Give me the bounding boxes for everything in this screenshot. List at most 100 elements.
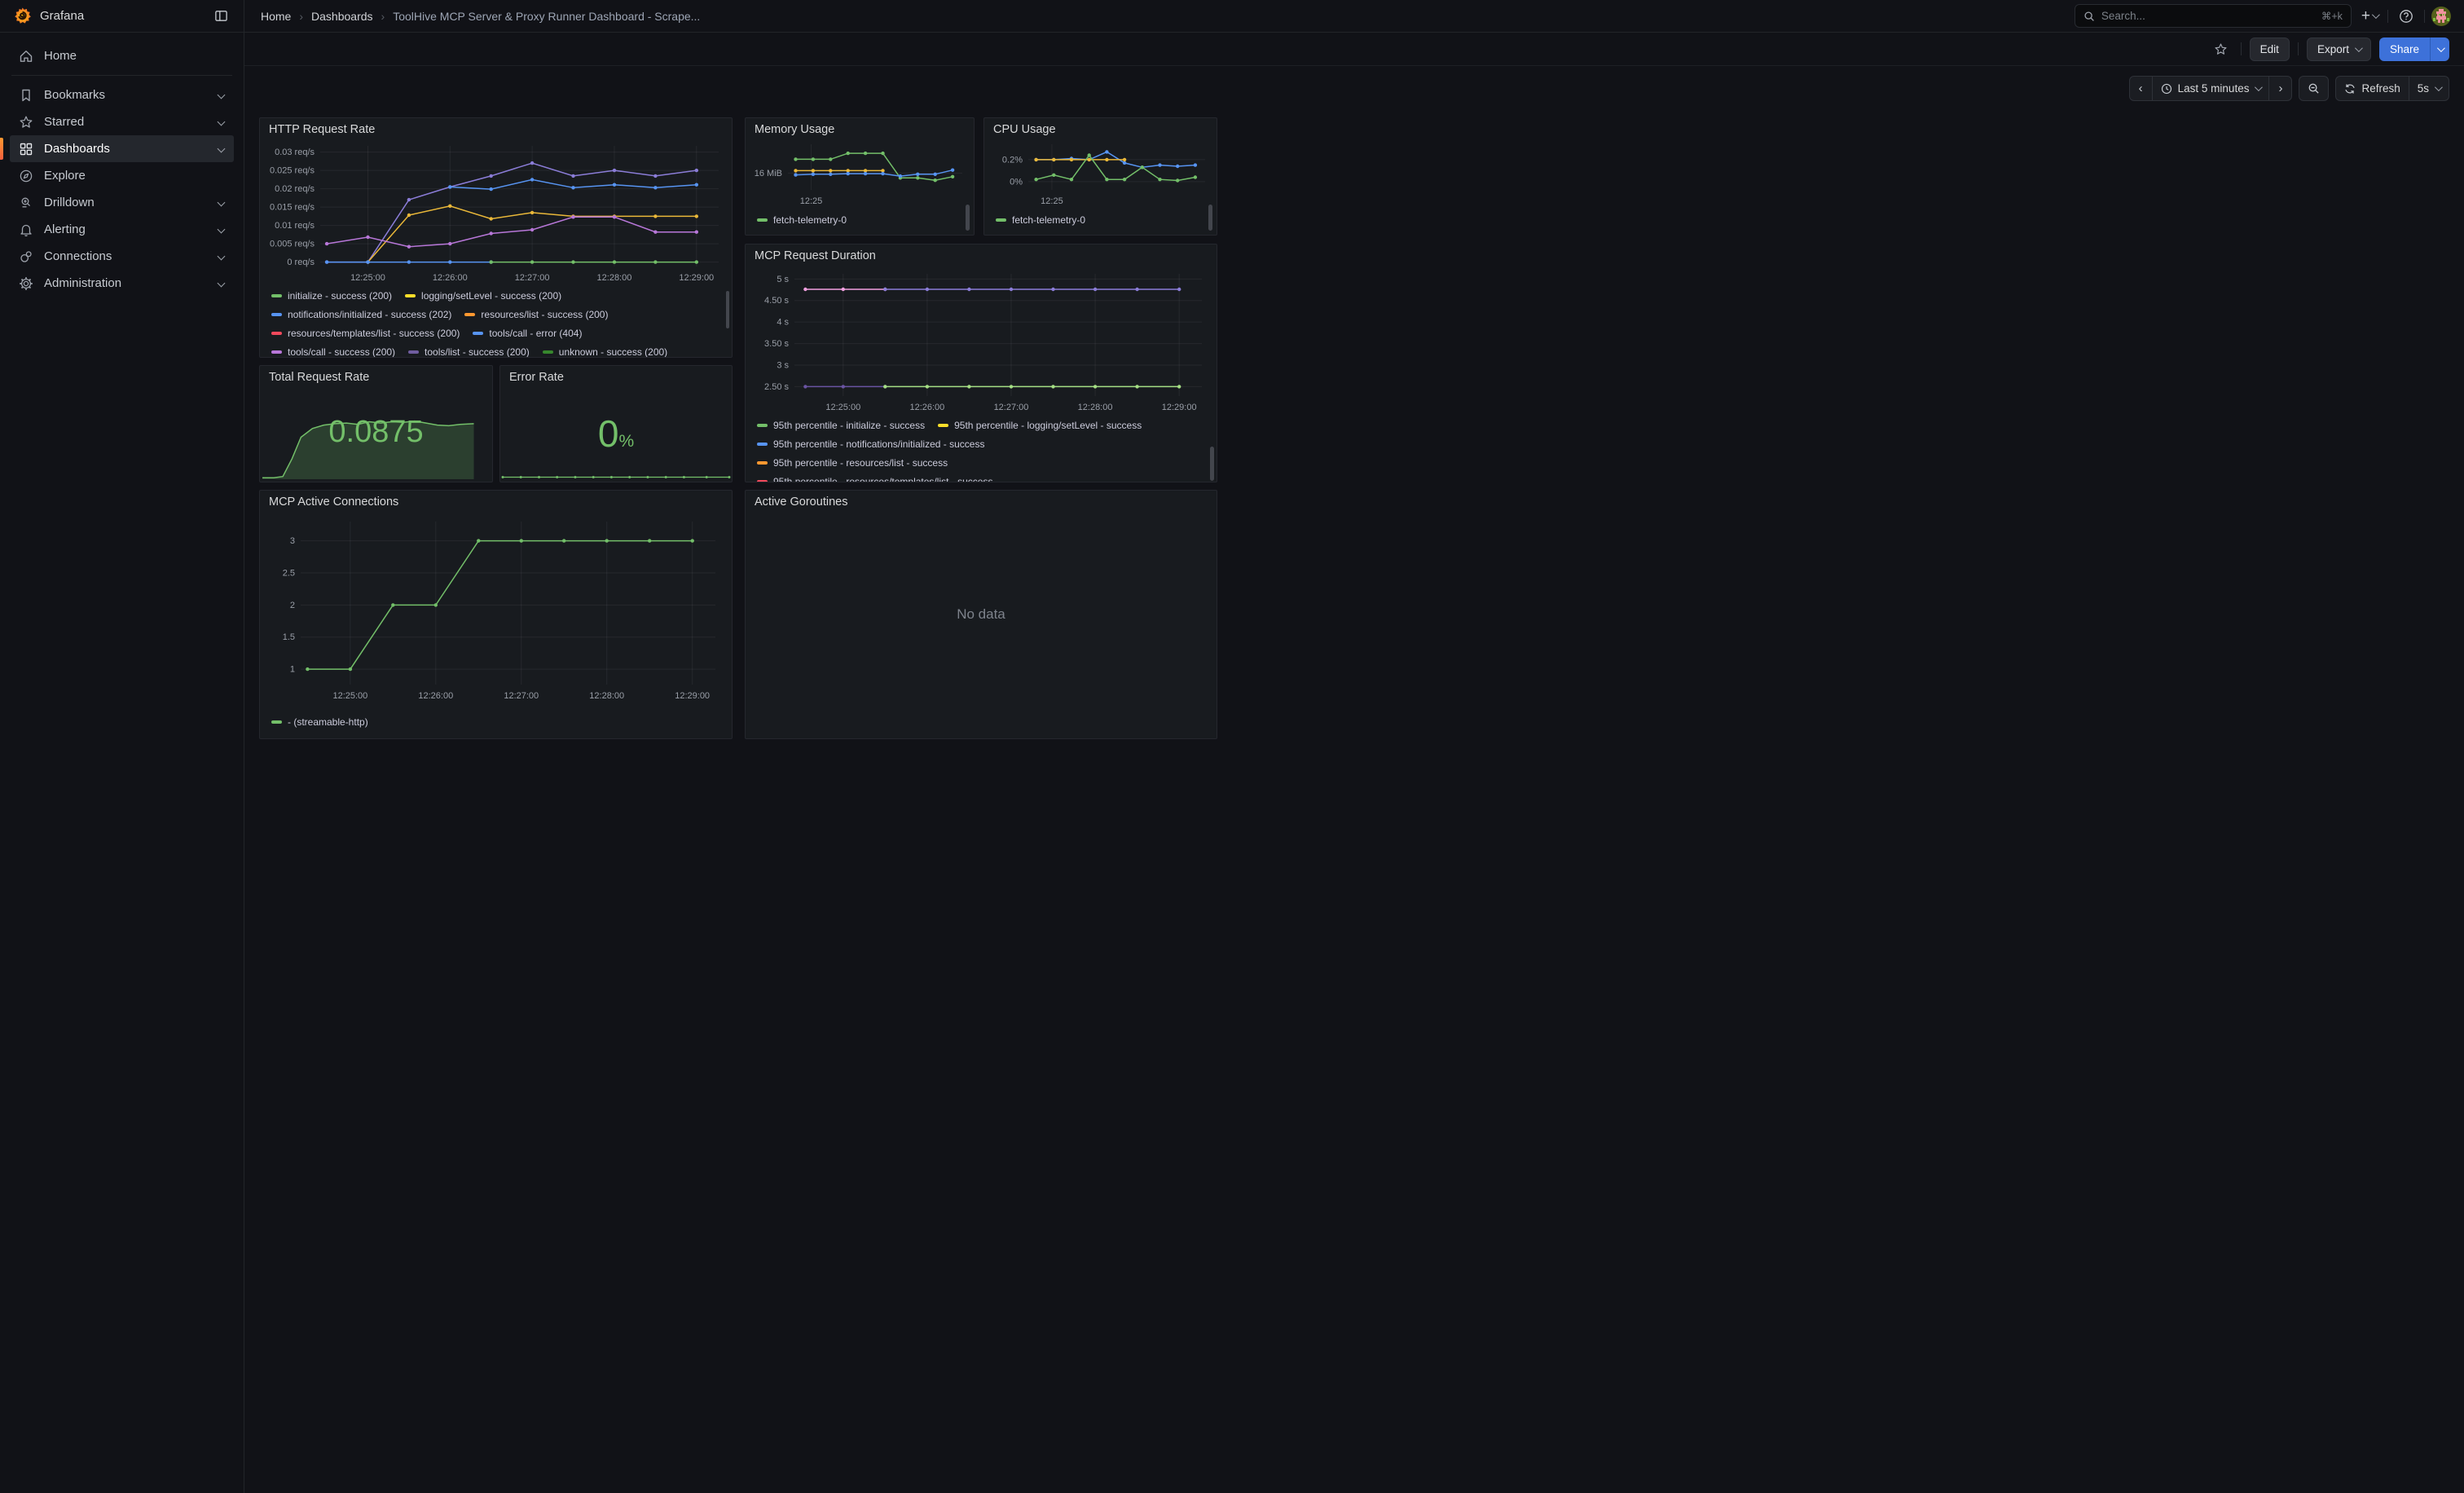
question-icon: [2399, 9, 2413, 24]
sidebar-item-dashboards[interactable]: Dashboards: [10, 135, 234, 162]
sidebar-toggle-icon[interactable]: [209, 5, 232, 28]
time-shift-back-button[interactable]: ‹: [2130, 77, 2153, 100]
legend-item[interactable]: tools/call - error (404): [473, 328, 582, 339]
svg-text:12:28:00: 12:28:00: [589, 691, 624, 701]
add-new-button[interactable]: +: [2358, 8, 2381, 24]
breadcrumb-home[interactable]: Home: [261, 10, 291, 23]
share-button[interactable]: Share: [2379, 37, 2430, 61]
legend-item[interactable]: tools/list - success (200): [408, 346, 530, 357]
search-icon: [2083, 11, 2095, 22]
sidebar-item-home[interactable]: Home: [10, 42, 234, 69]
breadcrumb: Home › Dashboards › ToolHive MCP Server …: [244, 10, 2075, 23]
svg-text:12:25: 12:25: [1041, 196, 1063, 206]
breadcrumb-dashboards[interactable]: Dashboards: [311, 10, 373, 23]
legend-swatch: [757, 480, 768, 482]
home-icon: [18, 49, 34, 64]
legend-item[interactable]: fetch-telemetry-0: [996, 215, 1085, 226]
search-input[interactable]: Search... ⌘+k: [2075, 4, 2352, 28]
legend-item[interactable]: resources/list - success (200): [464, 309, 608, 320]
user-avatar[interactable]: [2431, 7, 2451, 26]
legend-scrollbar[interactable]: [1208, 205, 1212, 231]
panel-title[interactable]: HTTP Request Rate: [269, 123, 375, 136]
legend-scrollbar[interactable]: [726, 291, 729, 328]
panel-title[interactable]: MCP Active Connections: [269, 495, 398, 509]
gear-icon: [18, 276, 34, 291]
chevron-down-icon[interactable]: [218, 91, 226, 99]
divider: [2387, 10, 2388, 23]
legend-item[interactable]: unknown - success (200): [543, 346, 667, 357]
error-rate-unit: %: [618, 432, 634, 451]
sidebar-item-drilldown[interactable]: Drilldown: [10, 189, 234, 216]
zoom-out-button[interactable]: [2299, 77, 2328, 100]
refresh-interval-picker[interactable]: 5s: [2409, 77, 2449, 100]
sidebar-item-bookmarks[interactable]: Bookmarks: [10, 81, 234, 108]
compass-icon: [18, 169, 34, 183]
chevron-down-icon[interactable]: [218, 199, 226, 207]
svg-text:12:27:00: 12:27:00: [504, 691, 539, 701]
svg-text:4.50 s: 4.50 s: [764, 296, 789, 306]
legend-swatch: [757, 443, 768, 446]
chevron-down-icon[interactable]: [218, 253, 226, 261]
mcp-active-connections-chart[interactable]: 12:25:0012:26:0012:27:0012:28:0012:29:00…: [266, 512, 725, 711]
sidebar-item-explore[interactable]: Explore: [10, 162, 234, 189]
chevron-down-icon[interactable]: [218, 118, 226, 126]
clock-icon: [2161, 83, 2172, 95]
refresh-button[interactable]: Refresh: [2336, 77, 2409, 100]
panel-title[interactable]: CPU Usage: [993, 123, 1056, 136]
svg-text:12:27:00: 12:27:00: [515, 273, 550, 283]
chevron-down-icon[interactable]: [218, 226, 226, 234]
memory-usage-legend: fetch-telemetry-0: [757, 215, 957, 235]
panel-title[interactable]: Active Goroutines: [755, 495, 847, 509]
legend-item[interactable]: resources/templates/list - success (200): [271, 328, 460, 339]
legend-item[interactable]: tools/call - success (200): [271, 346, 395, 357]
legend-scrollbar[interactable]: [966, 205, 970, 231]
svg-text:4 s: 4 s: [777, 318, 789, 328]
sidebar-item-alerting[interactable]: Alerting: [10, 216, 234, 243]
panel-error-rate: Error Rate 0%: [499, 365, 733, 482]
panel-title[interactable]: Total Request Rate: [269, 371, 369, 384]
chevron-down-icon[interactable]: [218, 280, 226, 288]
legend-item[interactable]: - (streamable-http): [271, 717, 368, 728]
share-dropdown-button[interactable]: [2430, 37, 2449, 61]
mcp-request-duration-chart[interactable]: 12:25:0012:26:0012:27:0012:28:0012:29:00…: [752, 266, 1210, 417]
memory-usage-chart[interactable]: 12:2516 MiB: [750, 138, 969, 209]
time-shift-forward-button[interactable]: ›: [2269, 77, 2291, 100]
nav-actions: Search... ⌘+k +: [2075, 4, 2464, 28]
legend-item[interactable]: logging/setLevel - success (200): [405, 291, 561, 302]
svg-text:12:25:00: 12:25:00: [332, 691, 367, 701]
svg-text:3.50 s: 3.50 s: [764, 339, 789, 349]
legend-item[interactable]: 95th percentile - logging/setLevel - suc…: [938, 421, 1142, 431]
legend-scrollbar[interactable]: [1210, 447, 1214, 481]
chevron-down-icon[interactable]: [218, 145, 226, 153]
sidebar-item-connections[interactable]: Connections: [10, 243, 234, 270]
legend-item[interactable]: initialize - success (200): [271, 291, 392, 302]
legend-item[interactable]: 95th percentile - initialize - success: [757, 421, 925, 431]
legend-swatch: [757, 218, 768, 222]
brand-name[interactable]: Grafana: [40, 9, 84, 23]
favorite-star-button[interactable]: [2210, 37, 2233, 60]
legend-swatch: [757, 424, 768, 427]
legend-item[interactable]: 95th percentile - resources/templates/li…: [757, 476, 992, 482]
chevron-down-icon: [2437, 44, 2445, 52]
edit-button[interactable]: Edit: [2250, 37, 2290, 61]
svg-text:0.015 req/s: 0.015 req/s: [270, 203, 315, 213]
grafana-logo[interactable]: [13, 7, 32, 25]
panel-http-request-rate: HTTP Request Rate 12:25:0012:26:0012:27:…: [259, 117, 733, 358]
panel-title[interactable]: MCP Request Duration: [755, 249, 876, 262]
panel-title[interactable]: Memory Usage: [755, 123, 834, 136]
legend-item[interactable]: notifications/initialized - success (202…: [271, 309, 451, 320]
panel-title[interactable]: Error Rate: [509, 371, 564, 384]
legend-item[interactable]: 95th percentile - notifications/initiali…: [757, 438, 984, 450]
export-button[interactable]: Export: [2307, 37, 2371, 61]
help-button[interactable]: [2395, 5, 2418, 28]
legend-item[interactable]: 95th percentile - resources/list - succe…: [757, 457, 948, 469]
legend-swatch: [271, 720, 282, 724]
legend-swatch: [408, 350, 419, 354]
http-request-rate-chart[interactable]: 12:25:0012:26:0012:27:0012:28:0012:29:00…: [266, 139, 725, 288]
cpu-usage-chart[interactable]: 12:250.2%0%: [989, 138, 1212, 209]
legend-swatch: [464, 313, 475, 316]
sidebar-item-starred[interactable]: Starred: [10, 108, 234, 135]
legend-item[interactable]: fetch-telemetry-0: [757, 215, 847, 226]
sidebar-item-administration[interactable]: Administration: [10, 270, 234, 297]
time-range-picker[interactable]: Last 5 minutes: [2153, 77, 2270, 100]
